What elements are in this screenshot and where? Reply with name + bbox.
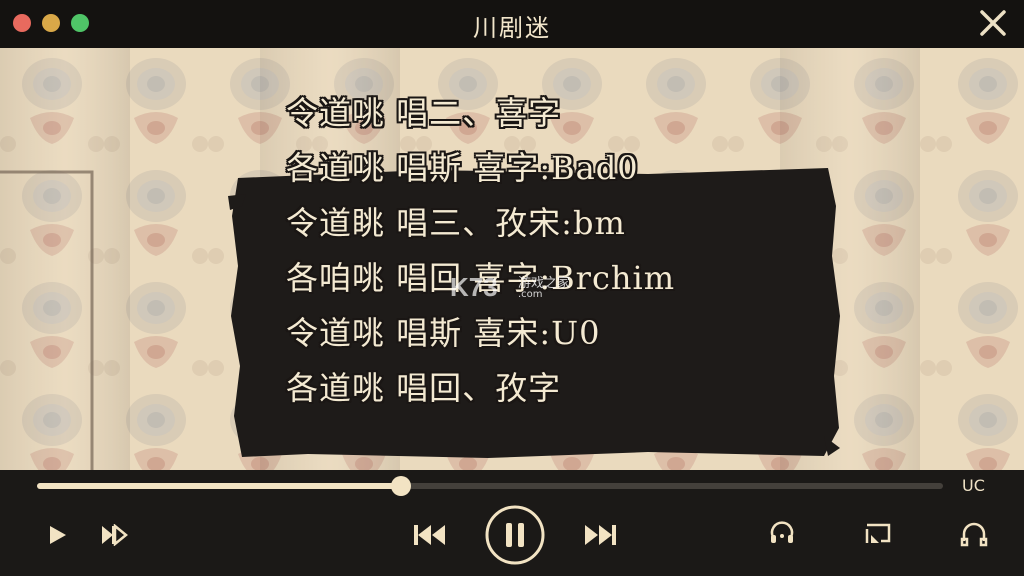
video-frame[interactable]: 令道咷 唱二、喜字 各道咷 唱斯 喜字:Bad0 令道眺 唱三、孜宋:bm 各咱… — [0, 48, 1024, 470]
headphones-icon — [960, 522, 988, 547]
progress-thumb[interactable] — [391, 476, 412, 496]
progress-bar[interactable] — [37, 476, 943, 496]
play-button[interactable] — [40, 518, 74, 552]
headphones-button[interactable] — [956, 516, 992, 552]
k73-logo-icon: K73 — [450, 272, 498, 302]
svg-text:K73: K73 — [450, 272, 498, 302]
screen-cast-icon — [865, 523, 891, 543]
title-bar: 川剧迷 — [0, 0, 1024, 48]
pause-icon — [485, 505, 545, 565]
site-watermark: K73 游戏之家 .com — [448, 270, 570, 304]
close-icon — [980, 10, 1006, 36]
previous-button[interactable] — [408, 518, 452, 552]
subtitle-line: 令道眺 唱三、孜宋:bm — [286, 204, 626, 242]
previous-icon — [414, 525, 445, 545]
video-player-window: 川剧迷 令道咷 唱二、喜字 各道咷 唱斯 喜字:Bad0 令道眺 唱三、孜宋:b… — [0, 0, 1024, 576]
subtitle-line: 各道咷 唱回、孜字 — [286, 369, 562, 407]
subtitle-line: 各道咷 唱斯 喜字:Bad0 — [286, 149, 639, 187]
pause-button[interactable] — [484, 504, 546, 566]
next-icon — [585, 525, 616, 545]
player-controls: UC — [0, 470, 1024, 576]
subtitle-line: 令道咷 唱二、喜字 — [286, 94, 562, 132]
window-title: 川剧迷 — [473, 14, 551, 42]
loop-icon — [770, 521, 794, 543]
close-button[interactable] — [976, 6, 1010, 40]
subtitle-line: 令道咷 唱斯 喜宋:U0 — [286, 314, 601, 352]
watermark-domain: .com — [518, 289, 543, 300]
play-icon — [50, 526, 66, 544]
progress-fill — [37, 483, 402, 489]
time-label: UC — [962, 476, 985, 495]
subtitle-lines: 令道咷 唱二、喜字 各道咷 唱斯 喜字:Bad0 令道眺 唱三、孜宋:bm 各咱… — [286, 86, 846, 416]
skip-icon — [102, 524, 128, 546]
step-forward-button[interactable] — [96, 518, 132, 552]
screen-cast-button[interactable] — [860, 516, 896, 552]
next-button[interactable] — [578, 518, 622, 552]
loop-button[interactable] — [764, 516, 800, 552]
